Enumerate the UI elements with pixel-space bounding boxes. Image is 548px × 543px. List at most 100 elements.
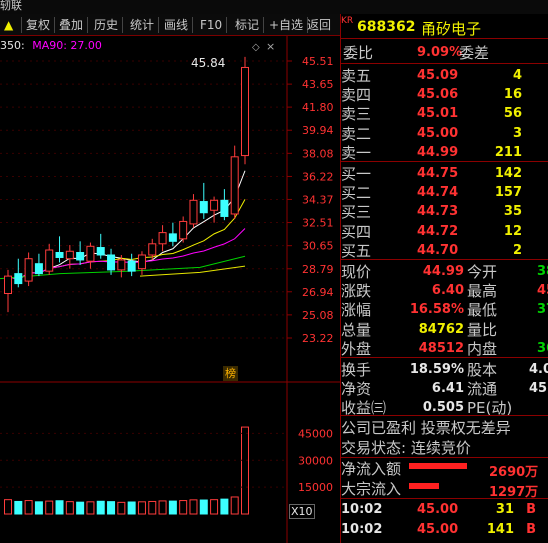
- toolbar-overlay[interactable]: 叠加: [55, 17, 89, 33]
- toolbar-draw[interactable]: 画线: [160, 17, 194, 33]
- stock-name: 甬矽电子: [421, 20, 482, 38]
- bid-2-volume: 157: [494, 185, 522, 201]
- bid-5-volume: 2: [512, 242, 522, 258]
- volume-bar: [230, 496, 239, 515]
- price-tick-label: 38.08: [302, 147, 334, 160]
- tick-volume: 141: [486, 522, 514, 537]
- fund-label-2: 股本: [467, 361, 498, 379]
- bid-3-label: 买三: [341, 203, 372, 222]
- volume-bar: [76, 501, 85, 515]
- volume-axis: 45000 30000 15000: [0, 427, 333, 494]
- candle-body: [34, 263, 43, 275]
- weibi-value: 9.09%: [417, 45, 463, 60]
- volume-tick-label: 45000: [298, 427, 333, 440]
- toolbar-mark[interactable]: 标记: [231, 17, 265, 33]
- price-tick-label: 36.22: [302, 170, 334, 183]
- ma-fragment: 350:: [0, 39, 25, 52]
- close-icon[interactable]: ×: [266, 40, 275, 53]
- volume-bar: [96, 500, 105, 515]
- profit-notice: 公司已盈利 投票权无差异: [341, 419, 511, 437]
- ma20-line: [7, 228, 246, 281]
- quote-label: 现价: [341, 263, 372, 281]
- toolbar-history[interactable]: 历史: [90, 17, 124, 33]
- price-tick-label: 23.22: [302, 332, 334, 345]
- volume-bar: [199, 499, 208, 515]
- weibi-label: 委比: [343, 44, 374, 62]
- price-tick-label: 28.79: [302, 263, 334, 276]
- kline-chart-area[interactable]: 45.51 43.65 41.80 39.94 38.08 36.22 34.37 32.51…: [0, 36, 340, 543]
- ask-1-volume: 211: [494, 144, 522, 160]
- volume-bar: [55, 500, 64, 515]
- stock-code: 688362: [357, 19, 416, 35]
- fund-value-2: 4.0: [529, 362, 548, 377]
- bid-2-label: 买二: [341, 184, 372, 203]
- kline-chart[interactable]: 45.51 43.65 41.80 39.94 38.08 36.22 34.37 32.51…: [0, 36, 340, 543]
- block-inflow-bar: [409, 483, 439, 489]
- trade-status: 交易状态: 连续竞价: [341, 439, 471, 457]
- tick-price: 45.00: [417, 522, 459, 537]
- peak-price-label: 45.84: [191, 56, 226, 70]
- price-axis: 45.51 43.65 41.80 39.94 38.08 36.22 34.37 32.51…: [287, 55, 334, 345]
- quote-label: 外盘: [341, 339, 372, 358]
- block-inflow-label: 大宗流入: [341, 480, 402, 498]
- ask-4-price: 45.06: [417, 87, 459, 103]
- ma5-line: [7, 170, 246, 281]
- volume-bar: [45, 500, 54, 515]
- window-title-strip: 轫联: [0, 0, 548, 14]
- quote-value-2: 37: [537, 302, 548, 318]
- candle-body: [24, 258, 33, 282]
- toolbar-arrow[interactable]: ▲: [0, 17, 22, 33]
- ask-5-volume: 4: [512, 68, 522, 83]
- ask-4-label: 卖四: [341, 86, 372, 105]
- ask-5-label: 卖五: [341, 67, 372, 85]
- chart-toolbar: ▲ 复权 叠加 历史 统计 画线 F10 标记 +自选 返回: [0, 14, 340, 36]
- price-tick-label: 39.94: [302, 124, 334, 137]
- candle-body: [4, 275, 12, 295]
- quote-label-2: 最高: [467, 282, 498, 301]
- price-tick-label: 32.51: [302, 217, 334, 230]
- fund-value-2: 455: [529, 381, 548, 397]
- window-title: 轫联: [0, 0, 22, 12]
- net-inflow-label: 净流入额: [341, 460, 402, 478]
- ma-legend: 350: MA90: 27.00: [0, 39, 102, 52]
- volume-bar: [137, 501, 146, 515]
- quote-label: 涨幅: [341, 301, 372, 320]
- ask-3-price: 45.01: [417, 106, 459, 122]
- toolbar-add-favorite[interactable]: +自选: [265, 17, 309, 33]
- volume-tick-label: 15000: [298, 481, 333, 494]
- quote-label-2: 量比: [467, 320, 498, 339]
- toolbar-back[interactable]: 返回: [303, 17, 335, 33]
- ask-2-label: 卖二: [341, 124, 372, 143]
- candles: [4, 56, 249, 313]
- volume-bars: [4, 426, 249, 515]
- ask-1-price: 44.99: [417, 144, 459, 160]
- quote-label: 涨跌: [341, 282, 372, 301]
- ask-1-label: 卖一: [341, 143, 372, 162]
- bid-3-price: 44.73: [417, 204, 459, 220]
- toolbar-f10[interactable]: F10: [196, 17, 228, 33]
- volume-bar: [14, 500, 23, 515]
- ask-4-volume: 16: [503, 87, 522, 103]
- bid-1-volume: 142: [494, 166, 522, 181]
- quote-value: 16.58%: [409, 302, 464, 318]
- volume-scale-label: X10: [289, 504, 315, 519]
- toolbar-restore-rights[interactable]: 复权: [22, 17, 56, 33]
- volume-bar: [107, 501, 116, 515]
- diamond-icon[interactable]: ◇: [252, 42, 260, 53]
- volume-tick-label: 30000: [298, 454, 333, 467]
- ranking-badge[interactable]: 榜: [223, 366, 238, 381]
- quote-label-2: 内盘: [467, 339, 498, 358]
- fund-label-2: 流通: [467, 380, 498, 399]
- volume-bar: [189, 499, 198, 515]
- volume-bar: [210, 499, 219, 515]
- quote-label: 总量: [341, 320, 372, 339]
- ma10-line: [7, 199, 246, 281]
- fund-label: 净资: [341, 380, 372, 399]
- volume-bar: [65, 501, 74, 515]
- volume-bar: [4, 499, 12, 515]
- candle-body: [189, 199, 198, 225]
- price-tick-label: 45.51: [302, 55, 334, 68]
- ask-3-label: 卖三: [341, 105, 372, 124]
- bid-5-price: 44.70: [417, 242, 459, 258]
- toolbar-stats[interactable]: 统计: [126, 17, 160, 33]
